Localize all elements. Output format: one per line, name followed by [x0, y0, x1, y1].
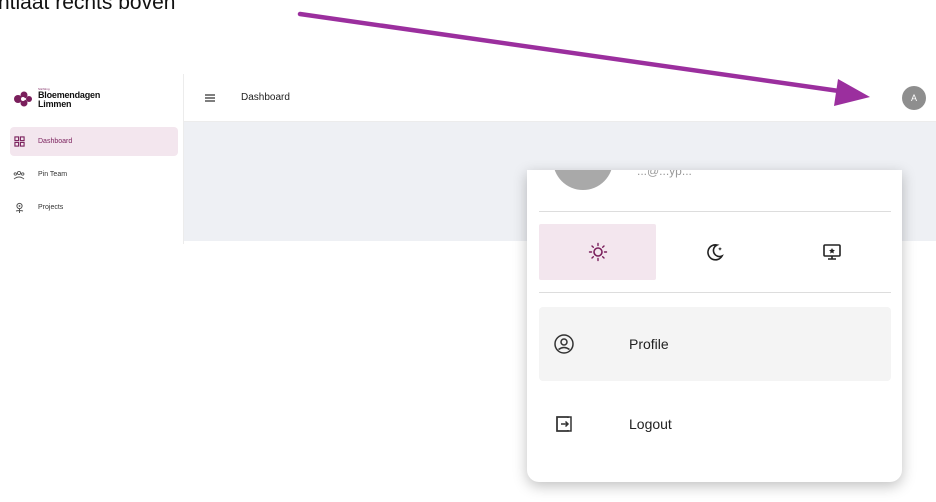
menu-item-label: Logout [629, 416, 672, 432]
hamburger-menu-button[interactable] [204, 91, 218, 105]
theme-switcher [539, 224, 891, 280]
menu-user-text: ...@...yp... [637, 170, 692, 178]
dashboard-grid-icon [12, 135, 26, 149]
sidebar-item-label: Dashboard [38, 138, 73, 145]
logo[interactable]: Stichting Bloemendagen Limmen [12, 88, 100, 109]
divider [539, 211, 891, 212]
sidebar-item-label: Projects [38, 204, 64, 211]
sidebar: Stichting Bloemendagen Limmen Dashboard … [0, 74, 184, 244]
user-avatar-button[interactable]: A [902, 86, 926, 110]
annotation-caption: ntlaat rechts boven [0, 0, 176, 14]
menu-avatar [553, 170, 613, 190]
sidebar-nav: Dashboard Pin Team Projects [10, 127, 178, 226]
monitor-icon [823, 244, 842, 260]
menu-item-label: Profile [629, 336, 669, 352]
theme-system-button[interactable] [774, 224, 891, 280]
menu-item-profile[interactable]: Profile [539, 307, 891, 381]
moon-icon [707, 244, 724, 261]
top-bar: Dashboard A [184, 74, 936, 122]
team-icon [12, 168, 26, 182]
menu-item-logout[interactable]: Logout [539, 387, 891, 461]
sidebar-item-pin-team[interactable]: Pin Team [10, 160, 178, 189]
flower-icon [12, 201, 26, 215]
page-title: Dashboard [241, 92, 290, 103]
logo-flower-icon [14, 91, 32, 106]
profile-icon [553, 333, 575, 355]
hamburger-icon [205, 94, 215, 102]
divider [539, 292, 891, 293]
sidebar-item-projects[interactable]: Projects [10, 193, 178, 222]
logo-line-2: Limmen [38, 99, 72, 109]
logout-icon [553, 413, 575, 435]
sidebar-item-label: Pin Team [38, 171, 68, 178]
sidebar-item-dashboard[interactable]: Dashboard [10, 127, 178, 156]
theme-dark-button[interactable] [656, 224, 773, 280]
theme-light-button[interactable] [539, 224, 657, 280]
sun-icon [588, 242, 607, 262]
user-menu-dropdown: ...@...yp... Profile Logout [527, 170, 902, 482]
